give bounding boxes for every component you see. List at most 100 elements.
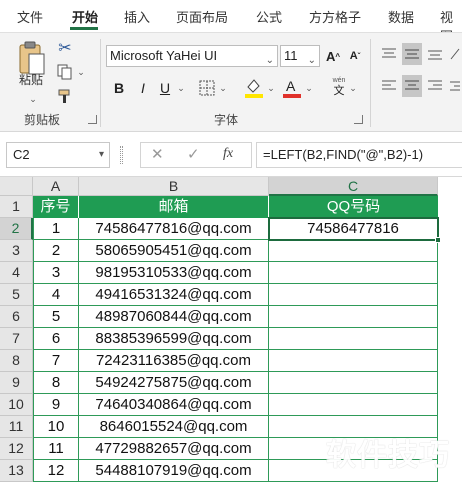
tab-insert[interactable]: 插入 xyxy=(124,7,150,26)
cell-index[interactable]: 9 xyxy=(33,394,79,416)
column-header-b[interactable]: B xyxy=(79,177,269,196)
cell-email[interactable]: 74586477816@qq.com xyxy=(79,218,269,240)
cell-index[interactable]: 7 xyxy=(33,350,79,372)
underline-dropdown-icon[interactable]: ⌄ xyxy=(176,79,186,97)
clipboard-launcher-icon[interactable] xyxy=(88,115,97,124)
cell-email[interactable]: 74640340864@qq.com xyxy=(79,394,269,416)
cell-index[interactable]: 2 xyxy=(33,240,79,262)
cell-index[interactable]: 6 xyxy=(33,328,79,350)
tab-formulas[interactable]: 公式 xyxy=(256,7,282,26)
cell-email[interactable]: 48987060844@qq.com xyxy=(79,306,269,328)
cell-email[interactable]: 8646015524@qq.com xyxy=(79,416,269,438)
align-bottom-icon[interactable] xyxy=(426,45,444,63)
row-header[interactable]: 8 xyxy=(0,350,33,372)
select-all-button[interactable] xyxy=(0,177,33,196)
cancel-icon[interactable]: ✕ xyxy=(151,145,164,163)
font-group-label: 字体 xyxy=(214,113,239,127)
cell-email[interactable]: 72423116385@qq.com xyxy=(79,350,269,372)
row-header[interactable]: 9 xyxy=(0,372,33,394)
header-cell-index[interactable]: 序号 xyxy=(33,196,79,218)
header-cell-qq[interactable]: QQ号码 xyxy=(269,196,438,218)
enter-icon[interactable]: ✓ xyxy=(187,145,200,163)
formula-input[interactable]: =LEFT(B2,FIND("@",B2)-1) xyxy=(256,142,462,168)
paste-dropdown-icon[interactable]: ⌄ xyxy=(28,94,38,104)
copy-icon[interactable] xyxy=(56,63,74,81)
align-right-icon[interactable] xyxy=(426,77,444,95)
align-top-icon[interactable] xyxy=(380,45,398,63)
font-color-icon[interactable]: A xyxy=(282,77,302,99)
italic-button[interactable]: I xyxy=(134,77,152,99)
border-icon[interactable] xyxy=(198,79,216,97)
fill-handle[interactable] xyxy=(435,237,441,243)
row-header[interactable]: 13 xyxy=(0,460,33,482)
underline-button[interactable]: U xyxy=(156,77,174,99)
row-header[interactable]: 6 xyxy=(0,306,33,328)
fill-color-dropdown-icon[interactable]: ⌄ xyxy=(266,79,276,97)
fill-color-icon[interactable] xyxy=(244,77,264,99)
cell-qq[interactable] xyxy=(269,394,438,416)
increase-font-size-icon[interactable]: A ^ xyxy=(324,45,342,67)
cell-index[interactable]: 12 xyxy=(33,460,79,482)
bold-button[interactable]: B xyxy=(110,77,128,99)
clipboard-group-label: 剪贴板 xyxy=(24,113,61,127)
row-header[interactable]: 5 xyxy=(0,284,33,306)
column-header-c[interactable]: C xyxy=(269,177,438,196)
font-launcher-icon[interactable] xyxy=(354,115,363,124)
cell-qq[interactable] xyxy=(269,262,438,284)
phonetic-guide-icon[interactable]: wén 文 xyxy=(330,75,348,99)
cell-index[interactable]: 5 xyxy=(33,306,79,328)
align-center-icon[interactable] xyxy=(402,75,422,97)
border-dropdown-icon[interactable]: ⌄ xyxy=(218,79,228,97)
row-header[interactable]: 11 xyxy=(0,416,33,438)
cut-icon[interactable]: ✂ xyxy=(56,39,74,57)
column-header-a[interactable]: A xyxy=(33,177,79,196)
name-box[interactable]: C2 ▾ xyxy=(6,142,110,168)
cell-qq[interactable] xyxy=(269,372,438,394)
cell-email[interactable]: 49416531324@qq.com xyxy=(79,284,269,306)
cell-qq[interactable] xyxy=(269,328,438,350)
cell-email[interactable]: 98195310533@qq.com xyxy=(79,262,269,284)
font-color-dropdown-icon[interactable]: ⌄ xyxy=(304,79,314,97)
tab-file[interactable]: 文件 xyxy=(17,7,43,26)
cell-email[interactable]: 47729882657@qq.com xyxy=(79,438,269,460)
cell-index[interactable]: 11 xyxy=(33,438,79,460)
cell-index[interactable]: 4 xyxy=(33,284,79,306)
cell-email[interactable]: 54924275875@qq.com xyxy=(79,372,269,394)
row-header[interactable]: 7 xyxy=(0,328,33,350)
font-size-select[interactable]: 11 ⌄ xyxy=(280,45,320,67)
font-name-select[interactable]: Microsoft YaHei UI ⌄ xyxy=(106,45,278,67)
row-header[interactable]: 2 xyxy=(0,218,33,240)
orientation-icon[interactable] xyxy=(448,45,462,63)
align-middle-icon[interactable] xyxy=(402,43,422,65)
indent-icon[interactable] xyxy=(448,77,462,95)
tab-data[interactable]: 数据 xyxy=(388,7,414,26)
row-header[interactable]: 3 xyxy=(0,240,33,262)
row-header[interactable]: 10 xyxy=(0,394,33,416)
cell-index[interactable]: 1 xyxy=(33,218,79,240)
row-header[interactable]: 4 xyxy=(0,262,33,284)
cell-index[interactable]: 8 xyxy=(33,372,79,394)
align-left-icon[interactable] xyxy=(380,77,398,95)
tab-page-layout[interactable]: 页面布局 xyxy=(176,7,228,26)
header-cell-email[interactable]: 邮箱 xyxy=(79,196,269,218)
row-header[interactable]: 1 xyxy=(0,196,33,218)
cell-email[interactable]: 88385396599@qq.com xyxy=(79,328,269,350)
cell-qq[interactable] xyxy=(269,306,438,328)
format-painter-icon[interactable] xyxy=(56,87,74,105)
cell-email[interactable]: 54488107919@qq.com xyxy=(79,460,269,482)
decrease-font-size-icon[interactable]: Aˇ xyxy=(346,45,364,67)
cell-qq[interactable] xyxy=(269,240,438,262)
copy-dropdown-icon[interactable]: ⌄ xyxy=(76,63,86,81)
cell-qq[interactable] xyxy=(269,284,438,306)
cell-email[interactable]: 58065905451@qq.com xyxy=(79,240,269,262)
tab-fangfang[interactable]: 方方格子 xyxy=(309,7,361,26)
paste-button-label[interactable]: 粘贴 xyxy=(19,71,43,88)
tab-home[interactable]: 开始 xyxy=(72,7,98,26)
row-header[interactable]: 12 xyxy=(0,438,33,460)
name-box-splitter[interactable] xyxy=(120,146,123,164)
phonetic-dropdown-icon[interactable]: ⌄ xyxy=(348,79,358,97)
cell-index[interactable]: 3 xyxy=(33,262,79,284)
cell-qq[interactable] xyxy=(269,350,438,372)
insert-function-icon[interactable]: fx xyxy=(223,146,233,162)
cell-index[interactable]: 10 xyxy=(33,416,79,438)
